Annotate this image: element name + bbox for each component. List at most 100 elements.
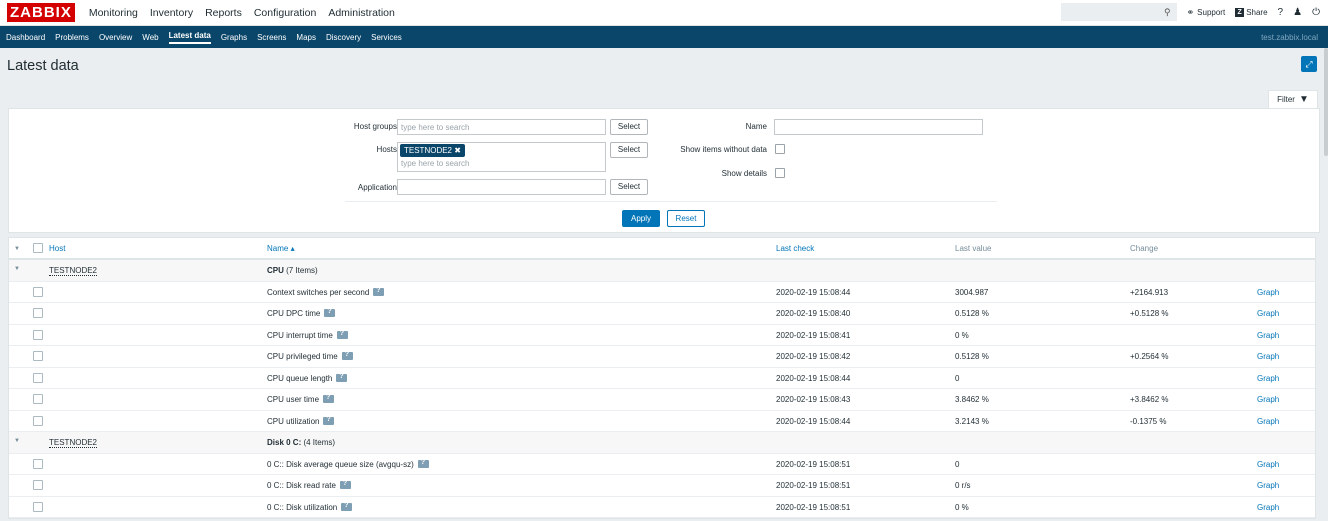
- sub-nav-problems[interactable]: Problems: [55, 33, 89, 42]
- graph-link[interactable]: Graph: [1257, 417, 1279, 426]
- group-host[interactable]: TESTNODE2: [49, 438, 98, 448]
- page-scrollbar[interactable]: [1324, 48, 1328, 156]
- host-groups-input[interactable]: type here to search: [397, 119, 606, 135]
- search-icon[interactable]: ⚲: [1164, 7, 1171, 18]
- select-all-checkbox[interactable]: [33, 243, 43, 253]
- item-name: 0 C:: Disk average queue size (avgqu-sz): [267, 459, 429, 469]
- group-application: Disk 0 C: (4 Items): [267, 438, 336, 447]
- last-value: 0 r/s: [955, 481, 971, 490]
- item-description-icon[interactable]: [417, 459, 429, 468]
- item-description-icon[interactable]: [341, 351, 353, 360]
- collapse-group-icon[interactable]: ▼: [14, 266, 20, 272]
- sub-nav-maps[interactable]: Maps: [296, 33, 316, 42]
- main-nav-monitoring[interactable]: Monitoring: [89, 7, 138, 19]
- last-value: 0: [955, 459, 960, 469]
- row-checkbox[interactable]: [33, 286, 43, 297]
- graph-link[interactable]: Graph: [1257, 331, 1279, 340]
- row-checkbox[interactable]: [33, 458, 43, 469]
- sign-out-link[interactable]: ⏻: [1312, 7, 1320, 18]
- last-value: 0.5128 %: [955, 309, 989, 318]
- main-nav-reports[interactable]: Reports: [205, 7, 242, 19]
- item-description-icon[interactable]: [373, 287, 385, 296]
- row-checkbox[interactable]: [33, 394, 43, 404]
- filter-tab[interactable]: Filter ▼: [1268, 90, 1318, 108]
- last-check: 2020-02-19 15:08:44: [776, 287, 851, 297]
- row-checkbox[interactable]: [33, 351, 43, 361]
- header-last-check[interactable]: Last check: [776, 244, 814, 253]
- show-details-checkbox[interactable]: [775, 168, 785, 178]
- row-checkbox[interactable]: [33, 501, 43, 512]
- item-description-icon[interactable]: [324, 308, 336, 317]
- sub-nav-screens[interactable]: Screens: [257, 33, 286, 42]
- graph-link[interactable]: Graph: [1257, 352, 1279, 361]
- graph-link[interactable]: Graph: [1257, 395, 1279, 404]
- item-description-icon[interactable]: [336, 330, 348, 339]
- row-checkbox[interactable]: [33, 372, 43, 383]
- graph-link[interactable]: Graph: [1257, 503, 1279, 512]
- host-groups-select-button[interactable]: Select: [610, 119, 648, 135]
- graph-link[interactable]: Graph: [1257, 481, 1279, 490]
- group-host[interactable]: TESTNODE2: [49, 266, 98, 276]
- sub-nav-services[interactable]: Services: [371, 33, 402, 42]
- last-check: 2020-02-19 15:08:51: [776, 459, 851, 469]
- item-description-icon[interactable]: [339, 480, 351, 489]
- table-row: CPU utilization 2020-02-19 15:08:44 3.21…: [9, 411, 1315, 432]
- header-name[interactable]: Name ▴: [267, 244, 295, 253]
- zabbix-logo[interactable]: ZABBIX: [7, 3, 75, 22]
- item-description-icon[interactable]: [336, 373, 348, 382]
- latest-data-table: ▼ Host Name ▴ Last check Last value Chan…: [8, 237, 1316, 519]
- item-name: 0 C:: Disk read rate: [267, 480, 351, 490]
- global-search-input[interactable]: ⚲: [1060, 3, 1177, 21]
- close-icon[interactable]: ✖: [454, 146, 461, 155]
- sub-nav-overview[interactable]: Overview: [99, 33, 132, 42]
- filter-panel: Host groups type here to search Select H…: [8, 108, 1320, 233]
- graph-link[interactable]: Graph: [1257, 460, 1279, 469]
- last-check: 2020-02-19 15:08:40: [776, 309, 851, 318]
- main-nav-configuration[interactable]: Configuration: [254, 7, 316, 19]
- help-link[interactable]: ?: [1278, 7, 1284, 18]
- row-checkbox[interactable]: [33, 308, 43, 318]
- row-checkbox[interactable]: [33, 415, 43, 426]
- collapse-group-icon[interactable]: ▼: [14, 438, 20, 444]
- item-name: Context switches per second: [267, 287, 385, 297]
- collapse-all-icon[interactable]: ▼: [14, 246, 20, 252]
- header-host[interactable]: Host: [49, 244, 65, 253]
- application-input[interactable]: [397, 179, 606, 195]
- item-description-icon[interactable]: [323, 416, 335, 425]
- sub-nav-latest-data[interactable]: Latest data: [168, 31, 211, 44]
- user-profile-link[interactable]: ♟: [1293, 7, 1302, 18]
- hosts-select-button[interactable]: Select: [610, 142, 648, 158]
- host-tag-testnode2[interactable]: TESTNODE2 ✖: [400, 144, 465, 157]
- sub-nav-graphs[interactable]: Graphs: [221, 33, 247, 42]
- graph-link[interactable]: Graph: [1257, 309, 1279, 318]
- item-description-icon[interactable]: [341, 502, 353, 511]
- name-input[interactable]: [774, 119, 983, 135]
- sub-nav-discovery[interactable]: Discovery: [326, 33, 361, 42]
- graph-link[interactable]: Graph: [1257, 288, 1279, 297]
- page-title: Latest data: [7, 58, 79, 74]
- filter-tab-row: Filter ▼: [0, 84, 1328, 108]
- table-header: ▼ Host Name ▴ Last check Last value Chan…: [9, 238, 1315, 260]
- support-link[interactable]: ⚭ Support: [1187, 7, 1226, 18]
- change: +0.2564 %: [1130, 352, 1169, 361]
- graph-link[interactable]: Graph: [1257, 374, 1279, 383]
- main-nav-administration[interactable]: Administration: [328, 7, 395, 19]
- top-bar: ZABBIX Monitoring Inventory Reports Conf…: [0, 0, 1328, 26]
- share-link[interactable]: Z Share: [1235, 7, 1268, 17]
- last-value: 3.2143 %: [955, 416, 989, 426]
- row-checkbox[interactable]: [33, 329, 43, 340]
- show-items-without-data-checkbox[interactable]: [775, 144, 785, 154]
- apply-button[interactable]: Apply: [622, 210, 660, 227]
- sub-nav: Dashboard Problems Overview Web Latest d…: [0, 26, 1328, 48]
- change: +0.5128 %: [1130, 309, 1169, 318]
- application-select-button[interactable]: Select: [610, 179, 648, 195]
- sub-nav-dashboard[interactable]: Dashboard: [6, 33, 45, 42]
- row-checkbox[interactable]: [33, 480, 43, 490]
- fullscreen-button[interactable]: ⤢: [1301, 56, 1317, 72]
- last-check: 2020-02-19 15:08:43: [776, 395, 851, 404]
- item-description-icon[interactable]: [323, 394, 335, 403]
- last-check: 2020-02-19 15:08:44: [776, 416, 851, 426]
- reset-button[interactable]: Reset: [667, 210, 705, 227]
- sub-nav-web[interactable]: Web: [142, 33, 158, 42]
- main-nav-inventory[interactable]: Inventory: [150, 7, 193, 19]
